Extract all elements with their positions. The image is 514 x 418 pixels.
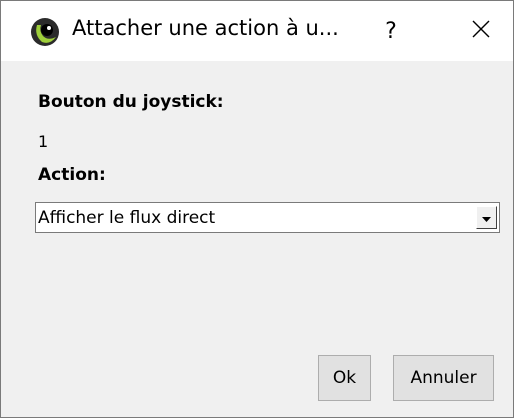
joystick-button-label: Bouton du joystick: (38, 92, 224, 112)
title-bar[interactable]: Attacher une action à u... ? (1, 1, 513, 61)
action-select[interactable]: Afficher le flux direct (35, 202, 500, 233)
dialog-window: Attacher une action à u... ? Bouton du j… (0, 0, 514, 418)
chevron-down-icon (482, 208, 491, 227)
ok-button[interactable]: Ok (318, 355, 371, 401)
action-label: Action: (38, 165, 106, 185)
window-title: Attacher une action à u... (72, 16, 339, 40)
cancel-button[interactable]: Annuler (393, 355, 494, 401)
help-button[interactable]: ? (361, 1, 421, 61)
action-select-value: Afficher le flux direct (38, 208, 216, 228)
dropdown-button[interactable] (476, 206, 497, 229)
close-button[interactable] (449, 1, 513, 61)
close-icon (472, 20, 490, 42)
camera-eye-icon (30, 17, 60, 47)
joystick-button-value: 1 (38, 132, 49, 151)
